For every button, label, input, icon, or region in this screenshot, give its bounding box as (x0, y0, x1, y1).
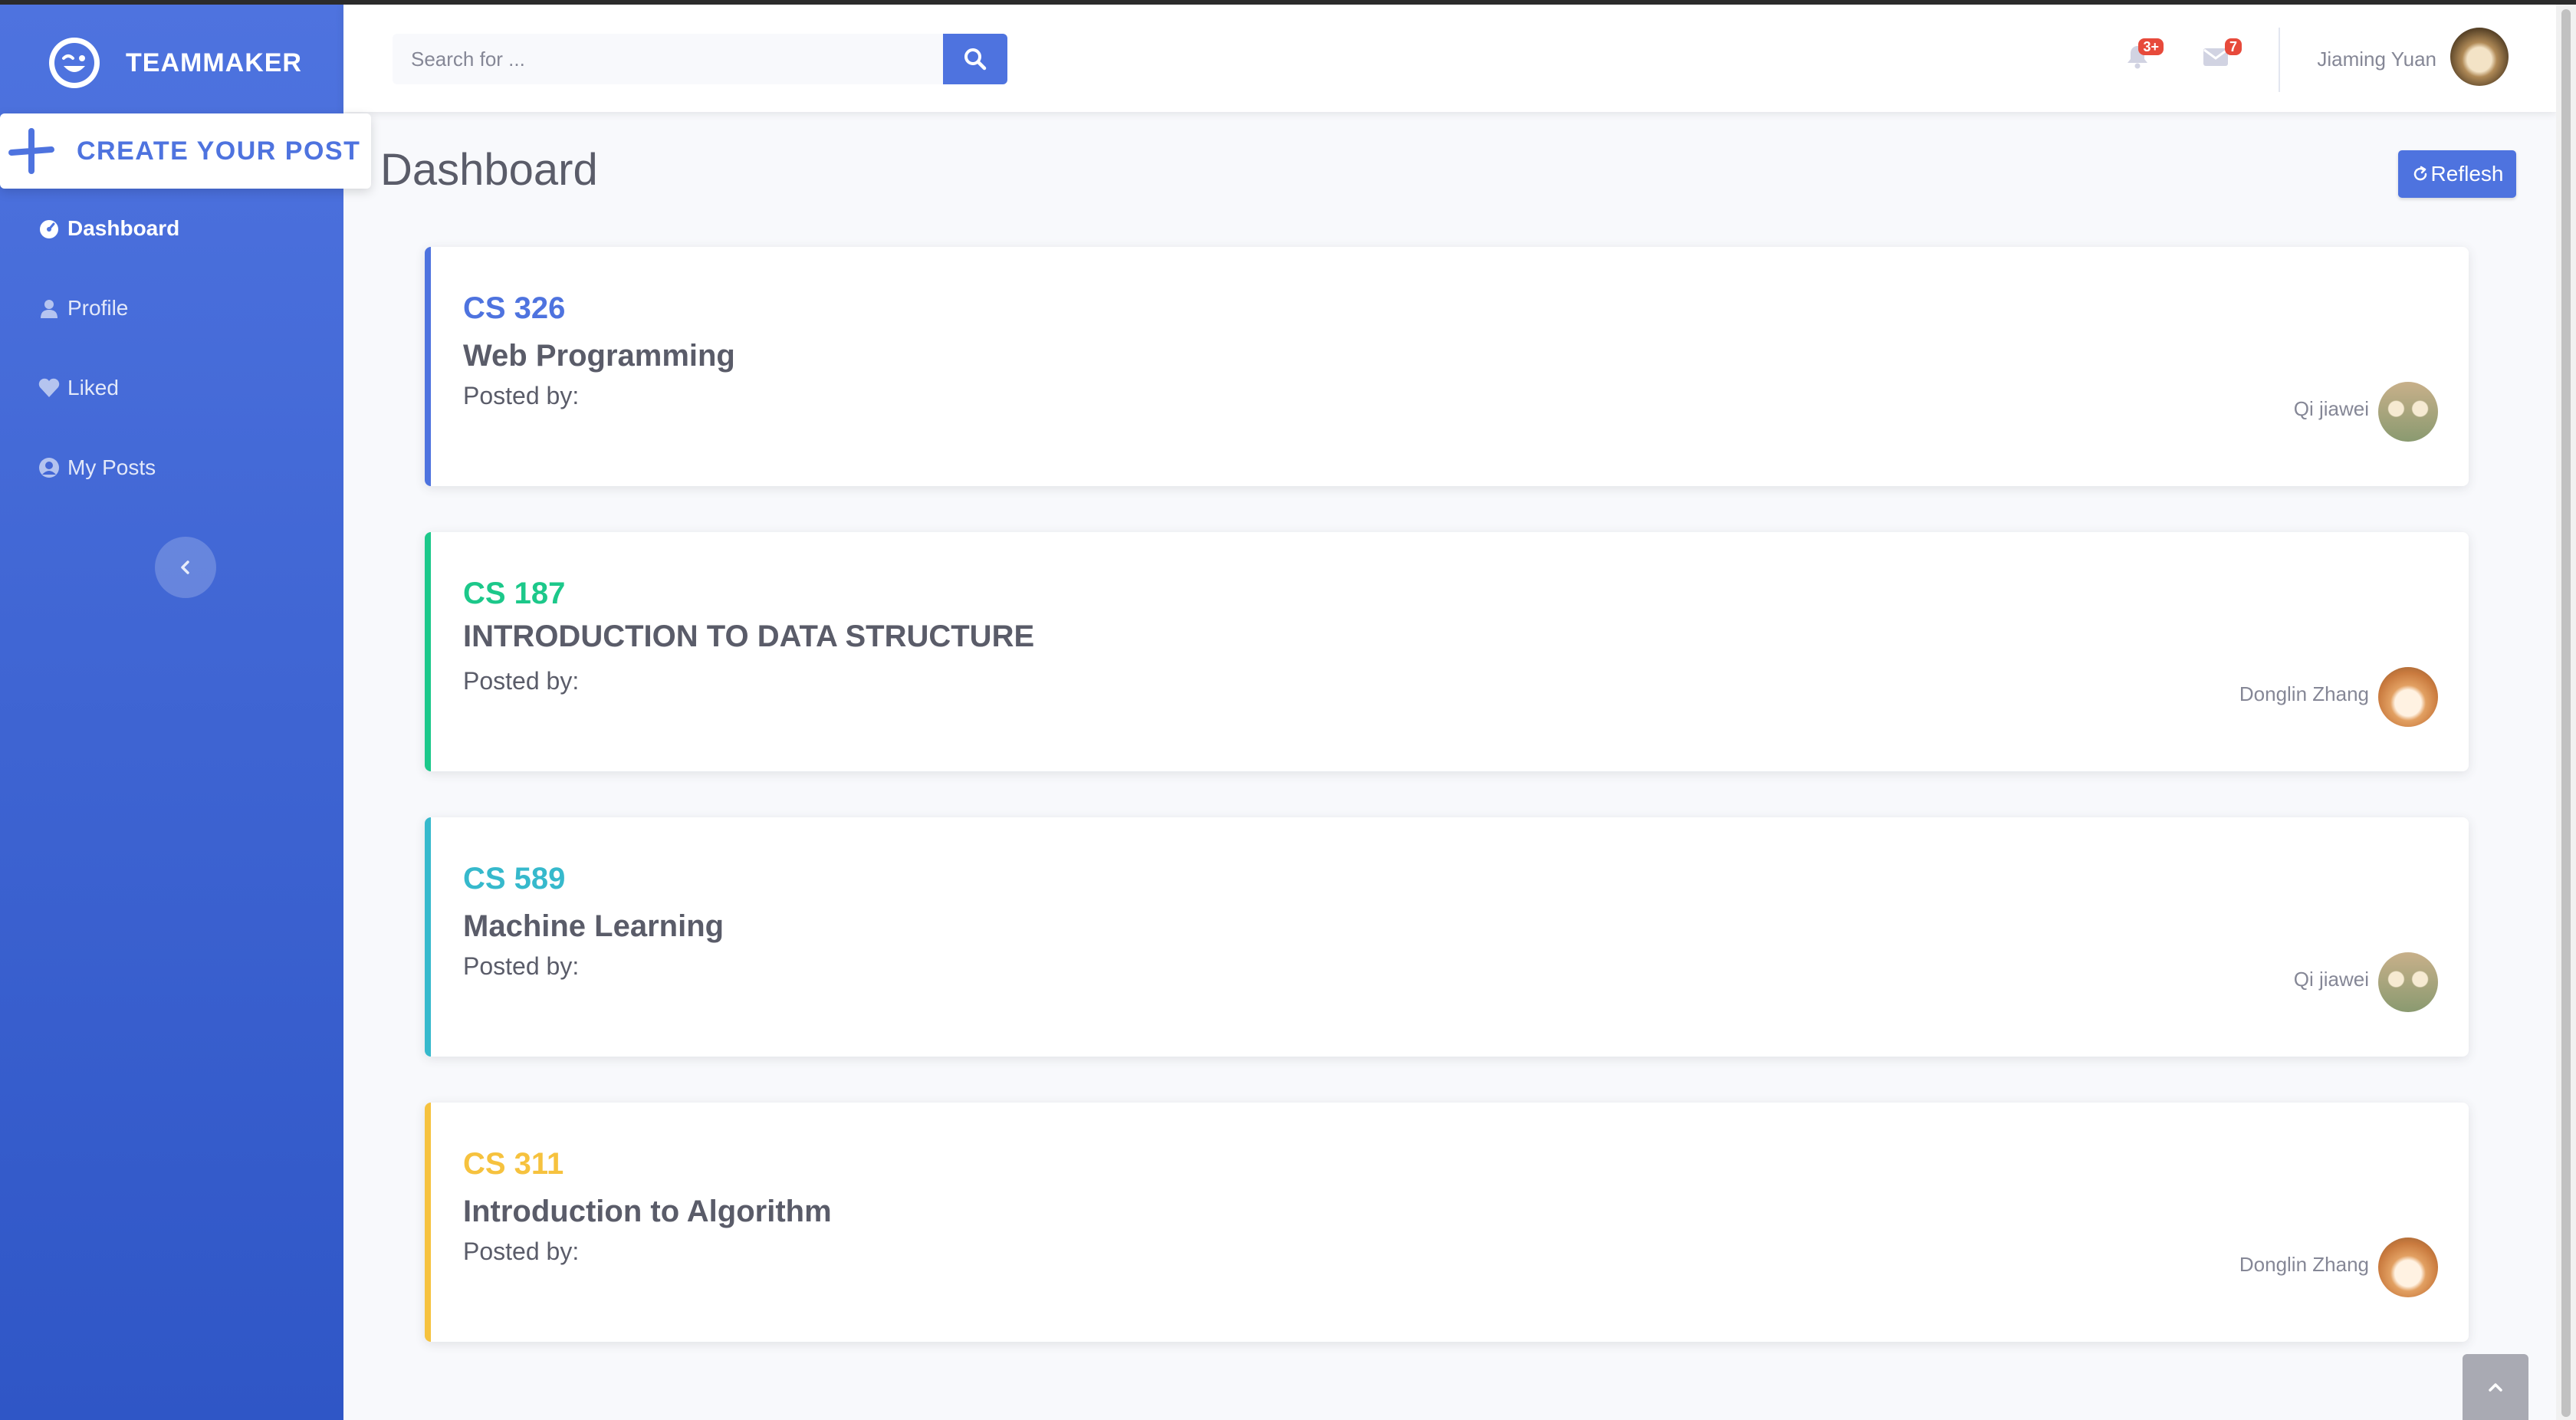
search-icon (964, 48, 987, 71)
post-card[interactable]: CS 311 Introduction to Algorithm Posted … (425, 1103, 2469, 1342)
search-button[interactable] (943, 34, 1007, 84)
sidebar-item-profile[interactable]: Profile (37, 285, 128, 331)
scrollbar-thumb[interactable] (2561, 9, 2571, 1417)
author-name[interactable]: Donglin Zhang (2239, 1253, 2369, 1277)
user-icon (37, 296, 61, 320)
heart-icon (37, 376, 61, 400)
search-input[interactable] (393, 34, 943, 84)
chevron-left-icon (181, 560, 189, 574)
refresh-label: Reflesh (2430, 162, 2504, 186)
course-code[interactable]: CS 311 (463, 1147, 564, 1182)
post-card[interactable]: CS 326 Web Programming Posted by: Qi jia… (425, 247, 2469, 486)
author-avatar[interactable] (2378, 382, 2438, 442)
create-post-button[interactable]: CREATE YOUR POST (0, 113, 371, 189)
author-avatar[interactable] (2378, 1238, 2438, 1297)
posted-by-label: Posted by: (463, 1238, 580, 1265)
posted-by-label: Posted by: (463, 667, 580, 695)
user-name[interactable]: Jiaming Yuan (2317, 48, 2436, 71)
window-top-edge (0, 0, 2576, 5)
messages-dropdown[interactable]: 7 (2200, 38, 2242, 72)
user-avatar[interactable] (2450, 28, 2509, 86)
user-circle-icon (37, 455, 61, 480)
course-title: Introduction to Algorithm (463, 1195, 832, 1228)
brand[interactable]: TEAMMAKER (49, 32, 302, 94)
sidebar-item-label: Liked (67, 376, 119, 399)
post-card[interactable]: CS 589 Machine Learning Posted by: Qi ji… (425, 817, 2469, 1057)
author-avatar[interactable] (2378, 952, 2438, 1012)
page-scrollbar[interactable] (2556, 5, 2576, 1420)
scroll-to-top-button[interactable] (2463, 1354, 2528, 1420)
course-code[interactable]: CS 326 (463, 291, 565, 326)
tachometer-icon (37, 216, 61, 241)
brand-name: TEAMMAKER (126, 48, 302, 77)
messages-count-badge: 7 (2224, 38, 2242, 55)
posted-by-label: Posted by: (463, 952, 580, 980)
author-avatar[interactable] (2378, 667, 2438, 727)
wink-face-logo-icon (49, 38, 100, 88)
sidebar-item-dashboard[interactable]: Dashboard (37, 205, 179, 251)
refresh-icon (2413, 166, 2426, 181)
sidebar: TEAMMAKER Dashboard Profile Liked My Pos… (0, 5, 343, 1420)
topbar-divider (2279, 28, 2280, 92)
create-post-label: CREATE YOUR POST (77, 136, 361, 166)
plus-icon (5, 124, 58, 178)
alerts-count-badge: 3+ (2138, 38, 2164, 55)
course-code[interactable]: CS 589 (463, 862, 565, 896)
topbar: 3+ 7 Jiaming Yuan (343, 5, 2556, 112)
author-name[interactable]: Qi jiawei (2294, 968, 2369, 991)
course-title: INTRODUCTION TO DATA STRUCTURE (463, 620, 1035, 653)
sidebar-item-label: My Posts (67, 455, 156, 479)
posted-by-label: Posted by: (463, 382, 580, 409)
sidebar-item-my-posts[interactable]: My Posts (37, 445, 156, 491)
sidebar-item-liked[interactable]: Liked (37, 365, 119, 411)
alerts-dropdown[interactable]: 3+ (2122, 38, 2164, 72)
sidebar-toggle-button[interactable] (155, 537, 216, 598)
post-card[interactable]: CS 187 INTRODUCTION TO DATA STRUCTURE Po… (425, 532, 2469, 771)
author-name[interactable]: Qi jiawei (2294, 397, 2369, 421)
refresh-button[interactable]: Reflesh (2398, 150, 2516, 198)
course-code[interactable]: CS 187 (463, 577, 565, 611)
search-bar (393, 34, 1007, 84)
sidebar-item-label: Dashboard (67, 216, 180, 240)
course-title: Machine Learning (463, 909, 724, 943)
course-title: Web Programming (463, 339, 735, 373)
page-title: Dashboard (380, 145, 598, 195)
sidebar-item-label: Profile (67, 296, 129, 320)
author-name[interactable]: Donglin Zhang (2239, 682, 2369, 706)
chevron-up-icon (2489, 1383, 2502, 1392)
